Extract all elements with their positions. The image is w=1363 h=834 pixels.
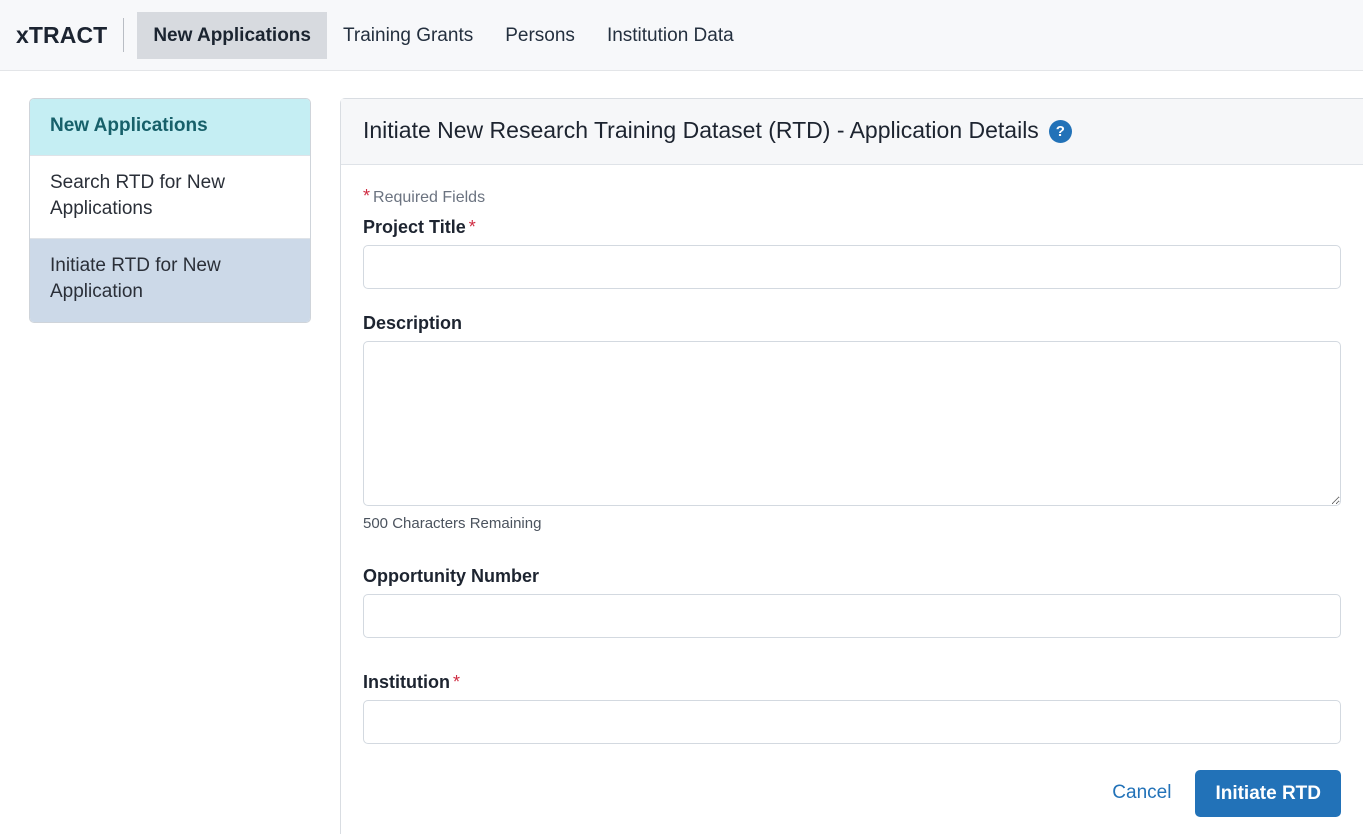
label-opportunity-number-text: Opportunity Number [363,565,539,586]
opportunity-number-input[interactable] [363,593,1341,638]
app-brand-logo: xTRACT [16,21,108,48]
form-actions: Cancel Initiate RTD [363,744,1341,817]
required-asterisk-project-title: * [468,216,476,237]
sidebar-item-search-rtd[interactable]: Search RTD for New Applications [30,154,310,239]
brand-divider [123,18,125,52]
label-project-title-text: Project Title [363,216,466,237]
institution-input[interactable] [363,699,1341,744]
label-description: Description [363,313,1341,334]
nav-item-persons[interactable]: Persons [489,12,591,59]
page-content: New Applications Search RTD for New Appl… [0,71,1363,834]
label-project-title: Project Title * [363,217,1341,238]
field-description: Description 500 Characters Remaining [363,313,1341,532]
label-description-text: Description [363,312,463,333]
top-navigation-bar: xTRACT New Applications Training Grants … [0,0,1363,71]
sidebar-item-initiate-rtd[interactable]: Initiate RTD for New Application [30,238,310,322]
help-circle-icon[interactable]: ? [1048,120,1072,144]
sidebar-navigation: New Applications Search RTD for New Appl… [29,98,311,323]
nav-item-training-grants[interactable]: Training Grants [327,12,489,59]
initiate-rtd-button[interactable]: Initiate RTD [1195,769,1341,817]
field-project-title: Project Title * [363,217,1341,289]
form-body: * Required Fields Project Title * Descript… [341,165,1363,817]
label-institution: Institution * [363,672,1341,693]
label-institution-text: Institution [363,671,450,692]
field-institution: Institution * [363,672,1341,744]
required-asterisk-legend: * [363,185,371,206]
nav-item-list: New Applications Training Grants Persons… [137,0,749,70]
description-character-counter: 500 Characters Remaining [363,514,542,532]
panel-header: Initiate New Research Training Dataset (… [341,99,1363,165]
sidebar-header: New Applications [30,99,310,155]
page-title: Initiate New Research Training Dataset (… [363,117,1039,143]
required-fields-label: Required Fields [373,188,486,206]
required-fields-note: * Required Fields [363,187,1341,207]
description-textarea[interactable] [363,340,1341,506]
label-opportunity-number: Opportunity Number [363,566,1341,587]
cancel-button[interactable]: Cancel [1100,772,1183,814]
nav-item-new-applications[interactable]: New Applications [137,11,327,59]
project-title-input[interactable] [363,244,1341,289]
required-asterisk-institution: * [452,671,460,692]
nav-item-institution-data[interactable]: Institution Data [591,12,750,59]
main-panel: Initiate New Research Training Dataset (… [340,98,1363,834]
field-opportunity-number: Opportunity Number [363,566,1341,638]
